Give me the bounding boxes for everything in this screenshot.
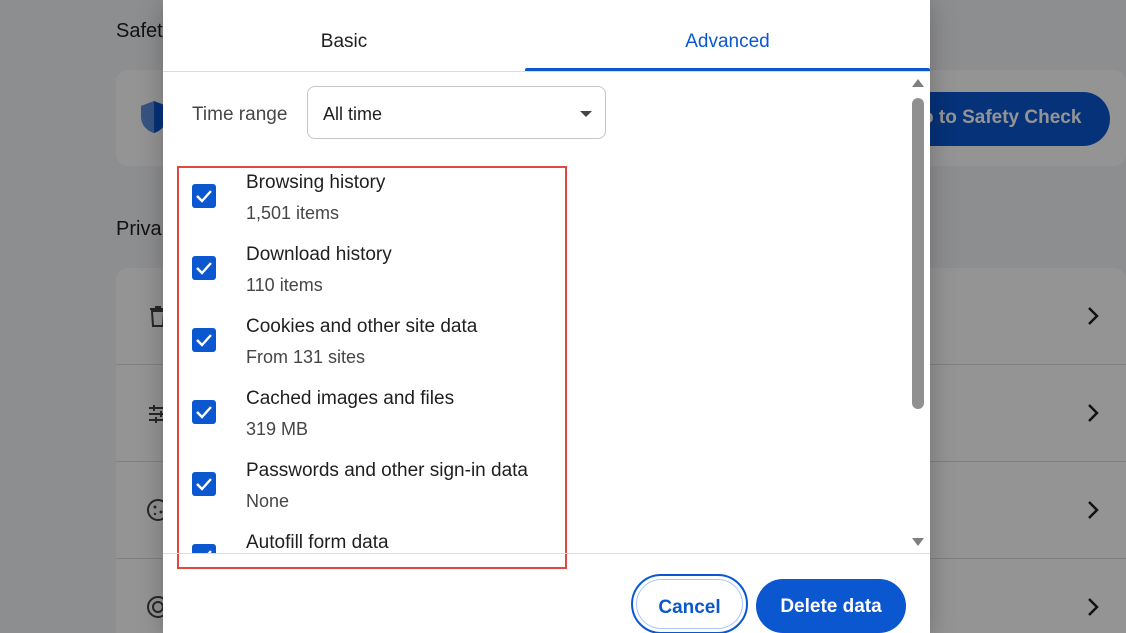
time-range-select[interactable]: All time (307, 86, 606, 139)
chevron-right-icon[interactable] (1085, 500, 1101, 520)
item-subtitle: 110 items (246, 275, 323, 295)
cancel-button-label: Cancel (658, 597, 721, 618)
checkbox-passwords[interactable] (192, 472, 216, 496)
check-icon (196, 190, 212, 203)
time-range-value: All time (323, 104, 383, 124)
list-item-download-history[interactable]: Download history 110 items (163, 244, 908, 316)
checkbox-download-history[interactable] (192, 256, 216, 280)
chevron-right-icon[interactable] (1085, 306, 1101, 326)
tab-basic[interactable]: Basic (163, 0, 525, 72)
caret-down-icon (580, 111, 592, 117)
item-subtitle: 319 MB (246, 419, 309, 439)
check-icon (196, 406, 212, 419)
delete-data-button-label: Delete data (780, 596, 882, 617)
scroll-up-arrow-icon[interactable] (912, 79, 924, 87)
chevron-right-icon[interactable] (1085, 403, 1101, 423)
chevron-right-icon[interactable] (1085, 597, 1101, 617)
checkbox-autofill[interactable] (192, 544, 216, 553)
list-item-browsing-history[interactable]: Browsing history 1,501 items (163, 172, 908, 244)
check-icon (196, 334, 212, 347)
item-title: Cookies and other site data (246, 316, 478, 337)
checkbox-cached-images[interactable] (192, 400, 216, 424)
check-icon (196, 262, 212, 275)
data-type-list: Browsing history 1,501 items Download hi… (163, 160, 908, 553)
dialog-tabs: Basic Advanced (163, 0, 930, 72)
clear-browsing-data-dialog: Basic Advanced Time range All time Brows… (163, 0, 930, 633)
cancel-button[interactable]: Cancel (631, 574, 748, 633)
scrollbar[interactable] (908, 73, 928, 553)
list-item-cached-images[interactable]: Cached images and files 319 MB (163, 388, 908, 460)
item-title: Passwords and other sign-in data (246, 460, 528, 481)
item-title: Browsing history (246, 172, 386, 193)
list-item-autofill[interactable]: Autofill form data (163, 532, 908, 553)
delete-data-button[interactable]: Delete data (756, 579, 906, 633)
item-title: Download history (246, 244, 392, 265)
check-icon (196, 478, 212, 491)
scroll-down-arrow-icon[interactable] (912, 538, 924, 546)
item-subtitle: None (246, 491, 290, 511)
item-subtitle: From 131 sites (246, 347, 366, 367)
safety-section-heading: Safet (116, 20, 163, 42)
list-item-passwords[interactable]: Passwords and other sign-in data None (163, 460, 908, 532)
footer-divider (163, 553, 930, 554)
item-title: Autofill form data (246, 532, 389, 553)
scrollbar-thumb[interactable] (912, 98, 924, 409)
time-range-label: Time range (192, 104, 288, 125)
tab-advanced[interactable]: Advanced (525, 0, 930, 72)
list-item-cookies[interactable]: Cookies and other site data From 131 sit… (163, 316, 908, 388)
checkbox-cookies[interactable] (192, 328, 216, 352)
active-tab-indicator (525, 68, 930, 71)
privacy-section-heading: Priva (116, 218, 162, 240)
item-subtitle: 1,501 items (246, 203, 340, 223)
checkbox-browsing-history[interactable] (192, 184, 216, 208)
item-title: Cached images and files (246, 388, 455, 409)
